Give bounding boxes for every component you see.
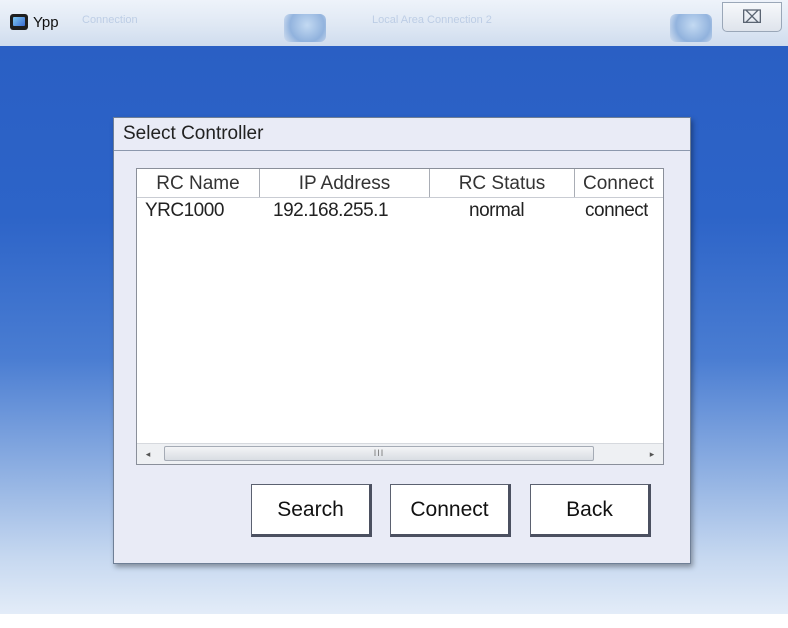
select-controller-dialog: Select Controller RC Name IP Address RC … <box>113 117 691 564</box>
network-icon <box>284 14 326 42</box>
dialog-title: Select Controller <box>123 123 264 144</box>
connect-button[interactable]: Connect <box>390 484 511 537</box>
cell-rc-name: YRC1000 <box>145 200 224 221</box>
scroll-right-icon[interactable]: ▸ <box>645 447 659 461</box>
list-header: RC Name IP Address RC Status Connect <box>137 169 663 198</box>
window-title: Ypp <box>33 14 59 31</box>
column-header-connect[interactable]: Connect <box>575 169 663 197</box>
background-tab-label: Connection <box>82 14 138 26</box>
column-header-rc-status[interactable]: RC Status <box>430 169 575 197</box>
cell-connect: connect <box>585 200 649 221</box>
close-button[interactable]: ⌧ <box>722 2 782 32</box>
column-header-ip-address[interactable]: IP Address <box>260 169 430 197</box>
title-bar: Ypp Connection Local Area Connection 2 ⌧ <box>0 0 788 46</box>
scroll-thumb[interactable]: III <box>164 446 594 461</box>
bottom-strip <box>0 614 788 628</box>
table-row[interactable]: YRC1000 192.168.255.1 normal connect <box>137 198 663 224</box>
search-button[interactable]: Search <box>251 484 372 537</box>
back-button[interactable]: Back <box>530 484 651 537</box>
cell-rc-status: normal <box>469 200 525 221</box>
title-divider <box>114 150 690 151</box>
controller-list[interactable]: RC Name IP Address RC Status Connect YRC… <box>136 168 664 465</box>
background-tab-label: Local Area Connection 2 <box>372 14 492 26</box>
column-header-rc-name[interactable]: RC Name <box>137 169 260 197</box>
network-icon <box>670 14 712 42</box>
horizontal-scrollbar[interactable]: ◂ III ▸ <box>137 443 663 464</box>
cell-ip-address: 192.168.255.1 <box>273 200 389 221</box>
app-icon <box>10 14 28 30</box>
grip-icon: III <box>373 448 385 458</box>
scroll-left-icon[interactable]: ◂ <box>141 447 155 461</box>
